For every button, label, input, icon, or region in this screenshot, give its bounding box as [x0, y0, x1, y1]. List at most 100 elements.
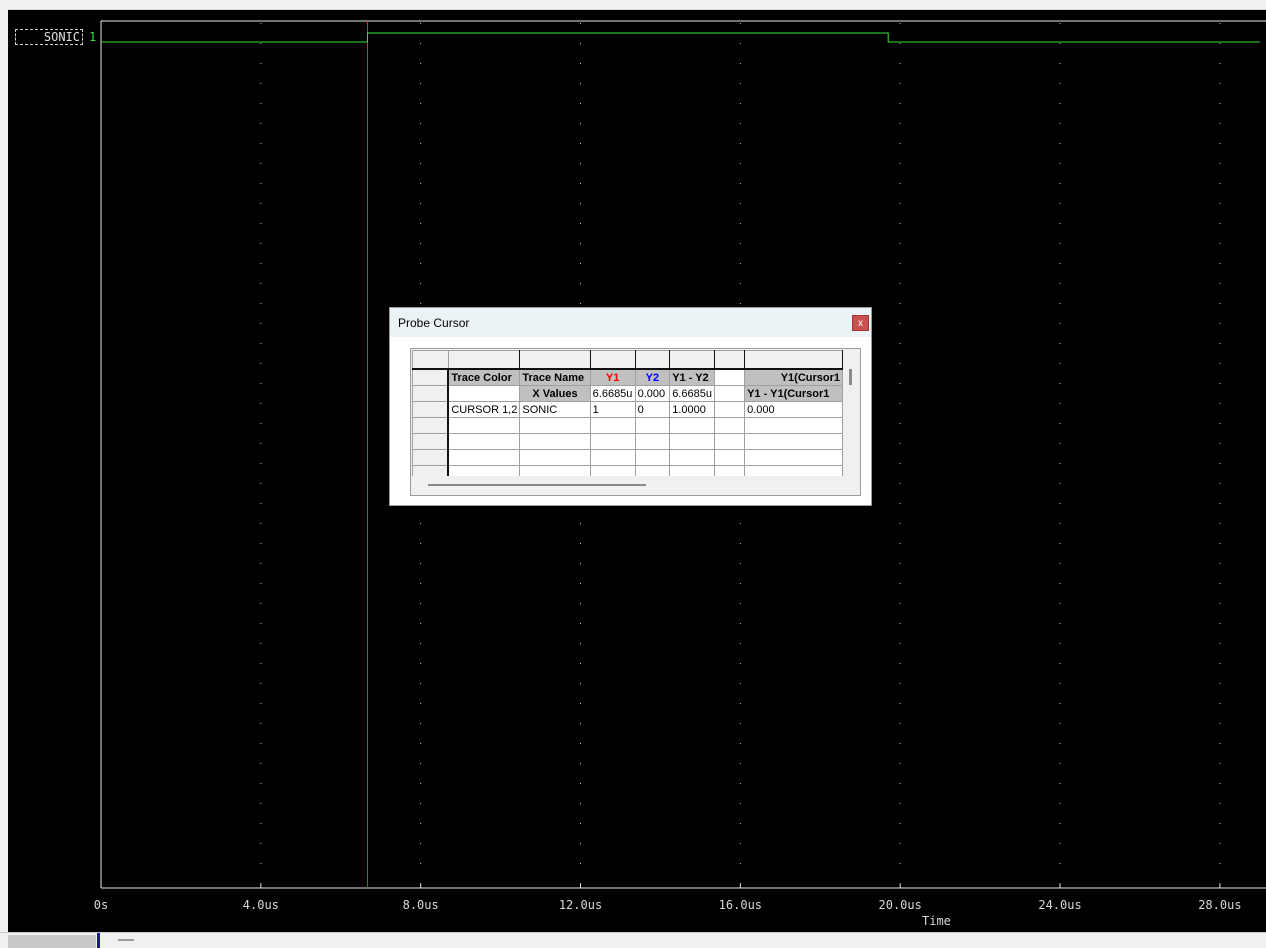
- empty-cell[interactable]: [669, 417, 716, 434]
- horizontal-scrollbar-thumb[interactable]: [428, 484, 646, 486]
- row-header[interactable]: [412, 433, 450, 450]
- x-tick-label: 4.0us: [242, 898, 279, 912]
- x-value-diff[interactable]: 6.6685u: [669, 385, 716, 402]
- empty-cell[interactable]: [519, 465, 591, 476]
- x-tick-label: 28.0us: [1198, 898, 1242, 912]
- horizontal-scrollbar[interactable]: [411, 477, 843, 493]
- table-row: [412, 449, 843, 466]
- status-dash: [118, 939, 134, 941]
- table-row: [412, 433, 843, 450]
- row-header[interactable]: [412, 368, 450, 386]
- trace-name-cell[interactable]: SONIC: [519, 401, 591, 418]
- status-marker: [97, 933, 100, 948]
- empty-cell[interactable]: [447, 465, 521, 476]
- dialog-titlebar[interactable]: Probe Cursor x: [390, 308, 871, 337]
- column-header-a[interactable]: [447, 350, 521, 370]
- corner-cell[interactable]: [412, 350, 449, 370]
- x-tick-label: 8.0us: [402, 898, 439, 912]
- table-row: Trace Color Trace Name Y1 Y2 Y1 - Y2 Y1(…: [412, 368, 843, 386]
- y1-minus-y2-header: Y1 - Y2: [669, 368, 716, 386]
- probe-cursor-dialog[interactable]: Probe Cursor x Trace Color Trace Name Y1…: [389, 307, 872, 506]
- column-header-d[interactable]: [634, 350, 671, 370]
- trace-name-header: Trace Name: [519, 368, 591, 386]
- vertical-scrollbar[interactable]: [849, 369, 852, 385]
- empty-cell[interactable]: [634, 449, 671, 466]
- diff-value-cell[interactable]: 1.0000: [669, 401, 716, 418]
- x-tick-label: 20.0us: [878, 898, 922, 912]
- table-row: CURSOR 1,2 SONIC 1 0 1.0000 0.000: [412, 401, 843, 418]
- status-segment: [8, 935, 96, 948]
- empty-cell[interactable]: [589, 465, 636, 476]
- row-header[interactable]: [412, 465, 450, 476]
- empty-cell[interactable]: [634, 433, 671, 450]
- empty-cell[interactable]: [744, 465, 843, 476]
- column-header-e[interactable]: [669, 350, 716, 370]
- trace-color-cell[interactable]: CURSOR 1,2: [447, 401, 521, 418]
- empty-cell[interactable]: [744, 417, 843, 434]
- column-header-g[interactable]: [744, 350, 843, 370]
- cursor-grid[interactable]: Trace Color Trace Name Y1 Y2 Y1 - Y2 Y1(…: [412, 350, 843, 476]
- row-header[interactable]: [412, 385, 450, 402]
- empty-cell[interactable]: [447, 433, 521, 450]
- y1-header: Y1: [589, 368, 636, 386]
- empty-cell[interactable]: [744, 449, 843, 466]
- empty-cell[interactable]: [634, 465, 671, 476]
- empty-cell[interactable]: [669, 465, 716, 476]
- x-tick-label: 24.0us: [1038, 898, 1082, 912]
- trace-color-header: Trace Color: [447, 368, 521, 386]
- x-value-y2[interactable]: 0.000: [634, 385, 671, 402]
- column-header-row: [412, 350, 843, 370]
- empty-cell[interactable]: [714, 417, 746, 434]
- empty-cell[interactable]: [519, 417, 591, 434]
- empty-cell[interactable]: [447, 449, 521, 466]
- x-value-y1[interactable]: 6.6685u: [589, 385, 636, 402]
- x-tick-label: 16.0us: [718, 898, 763, 912]
- empty-cell[interactable]: [744, 433, 843, 450]
- y1-cursor1-value-cell[interactable]: 0.000: [744, 401, 843, 418]
- empty-cell[interactable]: [589, 417, 636, 434]
- x-tick-label: 0s: [93, 898, 109, 912]
- y1-value-cell[interactable]: 1: [589, 401, 636, 418]
- table-row: [412, 465, 843, 476]
- empty-cell[interactable]: [669, 449, 716, 466]
- y1-minus-y1-cursor1-header: Y1 - Y1(Cursor1: [744, 385, 843, 402]
- close-button[interactable]: x: [852, 315, 869, 331]
- cursor-grid-frame: Trace Color Trace Name Y1 Y2 Y1 - Y2 Y1(…: [410, 348, 861, 496]
- trace-line-sonic: [101, 32, 1260, 43]
- column-header-f[interactable]: [714, 350, 746, 370]
- empty-cell[interactable]: [589, 433, 636, 450]
- empty-cell[interactable]: [447, 385, 521, 402]
- empty-cell[interactable]: [519, 433, 591, 450]
- empty-cell[interactable]: [634, 417, 671, 434]
- y2-header: Y2: [634, 368, 671, 386]
- empty-cell[interactable]: [714, 401, 746, 418]
- row-header[interactable]: [412, 401, 450, 418]
- x-axis-label: Time: [922, 914, 951, 928]
- trace-level-label: 1: [89, 30, 97, 44]
- empty-cell[interactable]: [714, 385, 746, 402]
- row-header[interactable]: [412, 449, 450, 466]
- row-header[interactable]: [412, 417, 450, 434]
- empty-cell[interactable]: [589, 449, 636, 466]
- x-values-label: X Values: [519, 385, 591, 402]
- x-tick-label: 12.0us: [558, 898, 603, 912]
- table-row: X Values 6.6685u 0.000 6.6685u Y1 - Y1(C…: [412, 385, 843, 402]
- empty-cell[interactable]: [714, 449, 746, 466]
- column-header-c[interactable]: [589, 350, 636, 370]
- cursor-table: Trace Color Trace Name Y1 Y2 Y1 - Y2 Y1(…: [412, 350, 843, 476]
- empty-cell[interactable]: [519, 449, 591, 466]
- dialog-title: Probe Cursor: [398, 316, 470, 330]
- table-row: [412, 417, 843, 434]
- empty-cell[interactable]: [714, 368, 746, 386]
- status-bar: [0, 932, 1266, 948]
- empty-cell[interactable]: [447, 417, 521, 434]
- empty-cell[interactable]: [669, 433, 716, 450]
- y2-value-cell[interactable]: 0: [634, 401, 671, 418]
- trace-name-label[interactable]: SONIC: [15, 29, 83, 45]
- window-left-border: [0, 9, 8, 932]
- empty-cell[interactable]: [714, 433, 746, 450]
- y1-cursor1-header: Y1(Cursor1: [744, 368, 843, 386]
- column-header-b[interactable]: [519, 350, 591, 370]
- empty-cell[interactable]: [714, 465, 746, 476]
- window-top-border: [0, 0, 1266, 10]
